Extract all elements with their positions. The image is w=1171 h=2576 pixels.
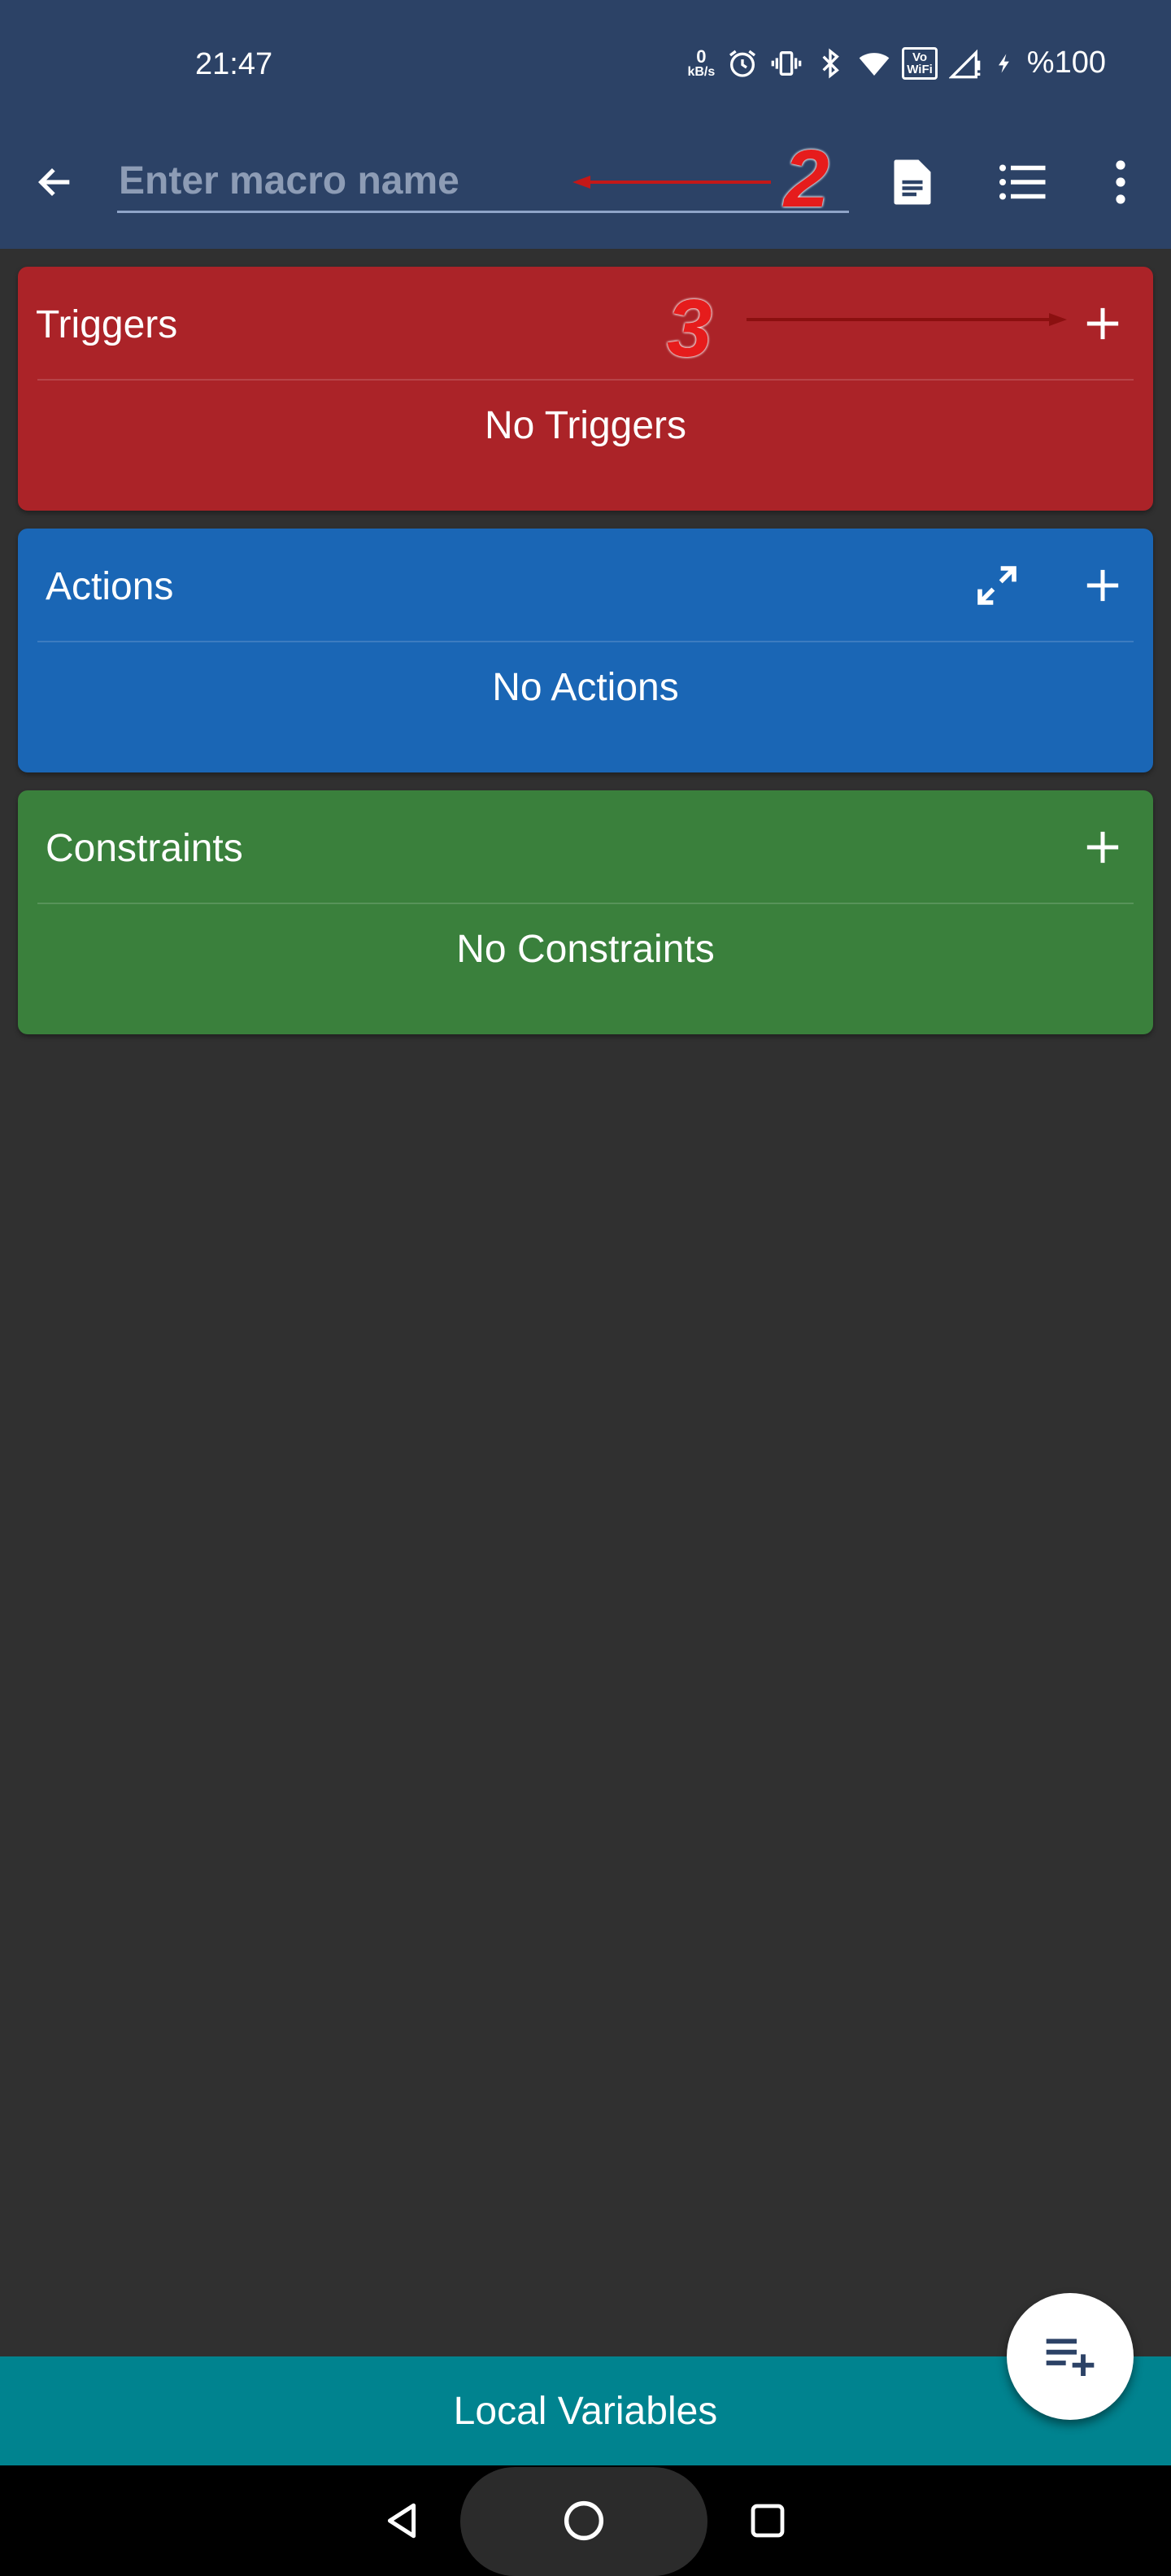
bluetooth-icon [822, 48, 840, 78]
constraints-card: Constraints No Constraints [18, 790, 1153, 1034]
actions-title: Actions [46, 565, 174, 608]
triggers-card: Triggers 3 No Triggers [18, 267, 1153, 511]
local-variables-button[interactable]: Local Variables [0, 2356, 1171, 2465]
status-icons: 0 kB/s Vo WiFi %100 [687, 46, 1106, 80]
playlist-add-icon [1046, 2339, 1095, 2376]
vowifi-label-bottom: WiFi [907, 62, 933, 76]
triggers-header: Triggers 3 [18, 267, 1153, 379]
net-speed: 0 kB/s [687, 46, 716, 79]
constraints-divider [37, 903, 1134, 904]
nav-home-button[interactable] [543, 2480, 625, 2561]
constraints-empty-text: No Constraints [456, 928, 715, 971]
vowifi-label-top: Vo [912, 50, 928, 64]
status-time: 21:47 [195, 47, 273, 81]
vowifi-icon: Vo WiFi [902, 46, 938, 80]
document-button[interactable] [873, 143, 951, 221]
plus-icon [1086, 307, 1119, 340]
plus-icon [1086, 569, 1119, 602]
list-button[interactable] [984, 143, 1062, 221]
nav-recents-button[interactable] [727, 2480, 808, 2561]
app-bar: 21:47 0 kB/s Vo WiFi %100 2 [0, 0, 1171, 249]
wifi-icon [859, 52, 890, 76]
expand-icon [977, 566, 1016, 605]
annotation-arrow-3 [747, 313, 1067, 326]
plus-icon [1086, 831, 1119, 864]
system-navigation-bar [0, 2465, 1171, 2576]
nav-home-icon [564, 2500, 604, 2541]
actions-empty-text: No Actions [492, 666, 679, 709]
net-speed-unit: kB/s [687, 64, 716, 79]
triggers-empty-text: No Triggers [484, 404, 687, 447]
more-vert-icon [1116, 160, 1125, 204]
alarm-icon [729, 50, 756, 77]
expand-actions-button[interactable] [964, 553, 1030, 618]
more-options-button[interactable] [1082, 143, 1160, 221]
constraints-header: Constraints [18, 790, 1153, 903]
annotation-marker-2: 2 [784, 133, 829, 224]
annotation-marker-3: 3 [667, 283, 712, 374]
annotation-arrow-2 [572, 176, 771, 189]
back-arrow-icon [37, 168, 70, 197]
nav-recents-icon [751, 2504, 785, 2538]
add-trigger-button[interactable] [1070, 291, 1135, 356]
actions-divider [37, 641, 1134, 642]
nav-back-icon [387, 2503, 416, 2539]
list-icon [999, 164, 1046, 200]
net-speed-value: 0 [696, 46, 707, 67]
nav-back-button[interactable] [361, 2480, 442, 2561]
actions-header: Actions [18, 529, 1153, 641]
back-button[interactable] [16, 143, 94, 221]
vibrate-icon [771, 50, 802, 76]
add-to-queue-fab[interactable] [1007, 2293, 1134, 2420]
triggers-title: Triggers [36, 303, 178, 346]
add-constraint-button[interactable] [1070, 815, 1135, 880]
signal-icon [948, 49, 981, 78]
local-variables-label: Local Variables [453, 2389, 718, 2433]
charging-icon [998, 53, 1009, 73]
battery-level: %100 [1026, 46, 1106, 80]
constraints-title: Constraints [46, 827, 243, 870]
actions-card: Actions No Actions [18, 529, 1153, 772]
add-action-button[interactable] [1070, 553, 1135, 618]
document-icon [894, 159, 931, 205]
triggers-divider [37, 379, 1134, 381]
